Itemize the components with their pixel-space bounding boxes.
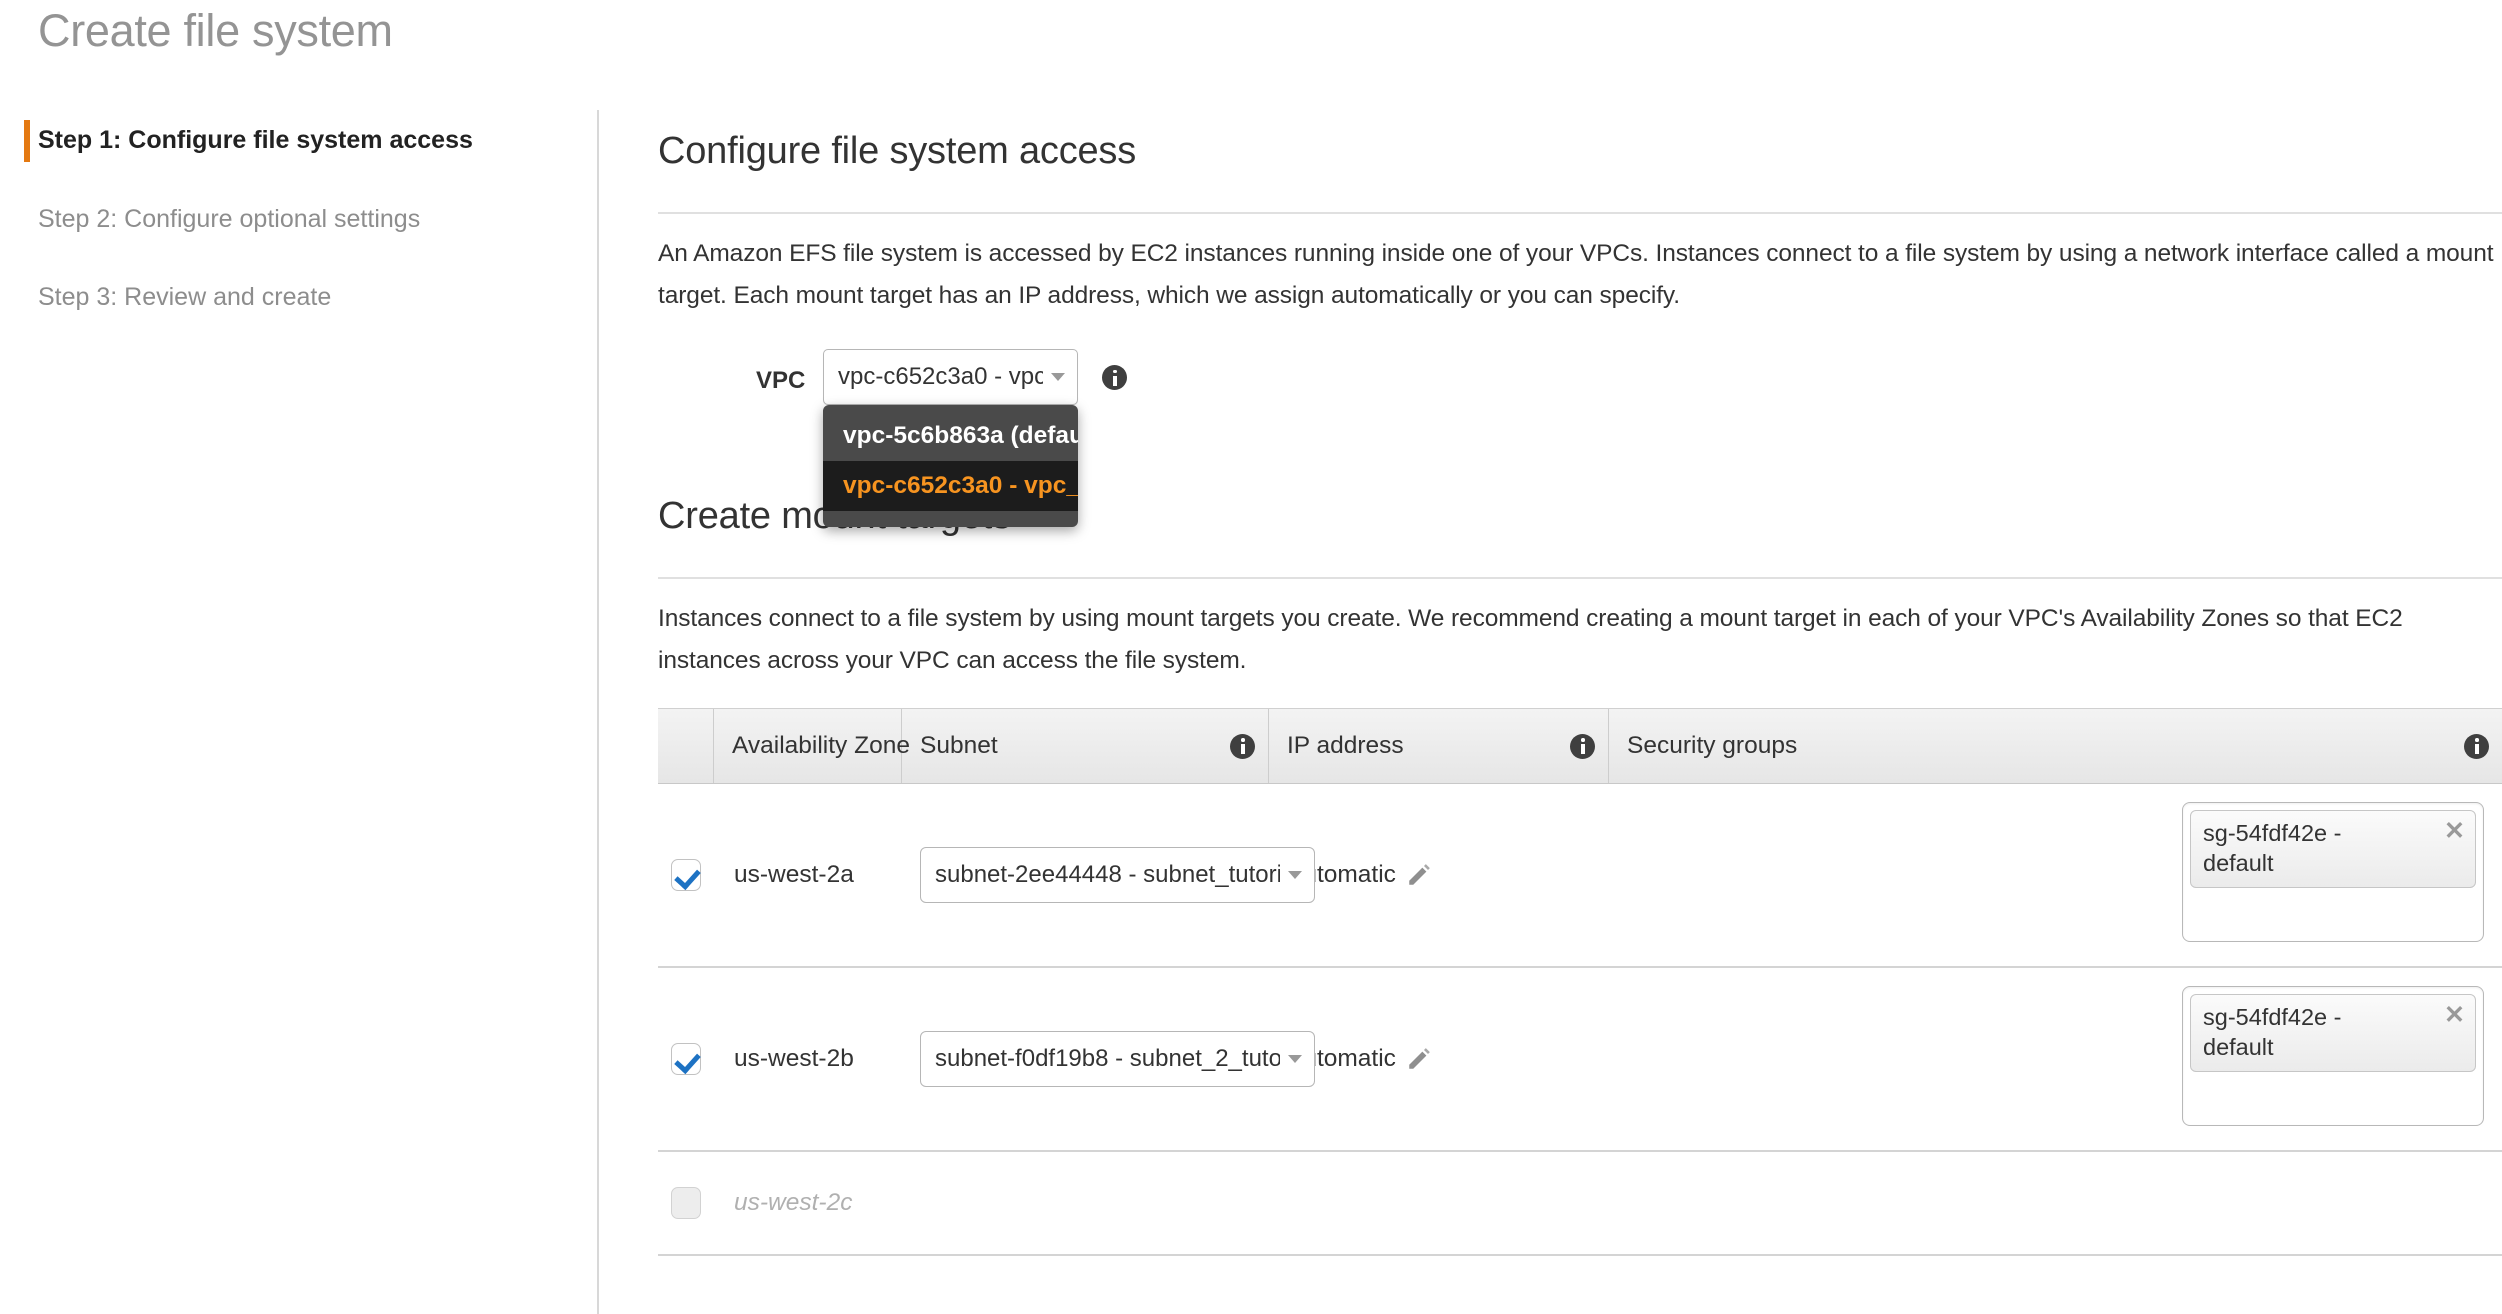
vpc-select-value: vpc-c652c3a0 - vpc_tut... [838,363,1043,390]
table-header-security-groups: Security groups [1609,709,2502,783]
section-heading-access: Configure file system access [658,130,1137,172]
ip-address-info-icon[interactable] [1570,733,1595,759]
create-file-system-page: Create file system Step 1: Configure fil… [0,0,2502,1314]
vpc-select[interactable]: vpc-c652c3a0 - vpc_tut... [823,349,1078,405]
sidebar-item-step-1[interactable]: Step 1: Configure file system access [38,126,473,155]
table-header-row: Availability Zone Subnet IP address Secu… [658,708,2502,784]
table-header-subnet: Subnet [902,709,1269,783]
security-group-token[interactable]: sg-54fdf42e - default ✕ [2190,994,2476,1072]
subnet-select-us-west-2a[interactable]: subnet-2ee44448 - subnet_tutorial [920,847,1315,903]
table-header-checkbox [658,709,714,783]
row-availability-zone: us-west-2a [734,861,854,888]
wizard-steps-sidebar: Step 1: Configure file system access Ste… [0,110,598,1314]
chevron-down-icon [1288,1055,1302,1063]
table-header-security-groups-label: Security groups [1627,732,1798,759]
row-checkbox-us-west-2a[interactable] [671,859,701,891]
security-groups-box-us-west-2a[interactable]: sg-54fdf42e - default ✕ [2182,802,2484,942]
page-title: Create file system [38,5,393,56]
active-step-marker [24,120,30,162]
subnet-select-value: subnet-2ee44448 - subnet_tutorial [935,861,1280,888]
table-header-ip-address: IP address [1269,709,1609,783]
security-groups-box-us-west-2b[interactable]: sg-54fdf42e - default ✕ [2182,986,2484,1126]
security-groups-info-icon[interactable] [2464,733,2489,759]
main-content: Configure file system access An Amazon E… [658,0,2502,1314]
mount-targets-description: Instances connect to a file system by us… [658,605,2403,674]
row-availability-zone: us-west-2c [734,1189,853,1216]
vpc-dropdown-menu[interactable]: vpc-5c6b863a (default) vpc-c652c3a0 - vp… [823,405,1078,527]
mount-targets-table: Availability Zone Subnet IP address Secu… [658,708,2502,1256]
vpc-info-icon[interactable] [1102,365,1127,390]
vpc-option-tutorial[interactable]: vpc-c652c3a0 - vpc_tutorial [823,461,1078,511]
table-row: us-west-2c [658,1152,2502,1256]
close-icon[interactable]: ✕ [2444,818,2465,844]
row-availability-zone: us-west-2b [734,1045,854,1072]
vpc-option-default[interactable]: vpc-5c6b863a (default) [823,411,1078,461]
table-row: us-west-2b subnet-f0df19b8 - subnet_2_tu… [658,968,2502,1152]
close-icon[interactable]: ✕ [2444,1002,2465,1028]
row-checkbox-us-west-2b[interactable] [671,1043,701,1075]
section-divider-mount-targets [658,577,2502,579]
subnet-info-icon[interactable] [1230,733,1255,759]
sidebar-item-step-2[interactable]: Step 2: Configure optional settings [38,205,420,234]
access-description: An Amazon EFS file system is accessed by… [658,240,2494,309]
chevron-down-icon [1288,871,1302,879]
security-group-token[interactable]: sg-54fdf42e - default ✕ [2190,810,2476,888]
table-row: us-west-2a subnet-2ee44448 - subnet_tuto… [658,784,2502,968]
table-header-availability-zone: Availability Zone [714,709,910,783]
pencil-icon[interactable] [1406,862,1432,888]
sidebar-item-step-3[interactable]: Step 3: Review and create [38,283,331,312]
chevron-down-icon [1051,373,1065,381]
security-group-label: sg-54fdf42e - default [2203,1004,2342,1060]
table-header-subnet-label: Subnet [920,732,998,759]
table-header-ip-address-label: IP address [1287,732,1404,759]
table-header-availability-zone-label: Availability Zone [732,732,910,759]
row-checkbox-us-west-2c [671,1187,701,1219]
pencil-icon[interactable] [1406,1046,1432,1072]
section-divider-access [658,212,2502,214]
sidebar-divider [597,110,599,1314]
subnet-select-value: subnet-f0df19b8 - subnet_2_tutorial [935,1045,1280,1072]
subnet-select-us-west-2b[interactable]: subnet-f0df19b8 - subnet_2_tutorial [920,1031,1315,1087]
vpc-label: VPC [756,367,806,394]
security-group-label: sg-54fdf42e - default [2203,820,2342,876]
